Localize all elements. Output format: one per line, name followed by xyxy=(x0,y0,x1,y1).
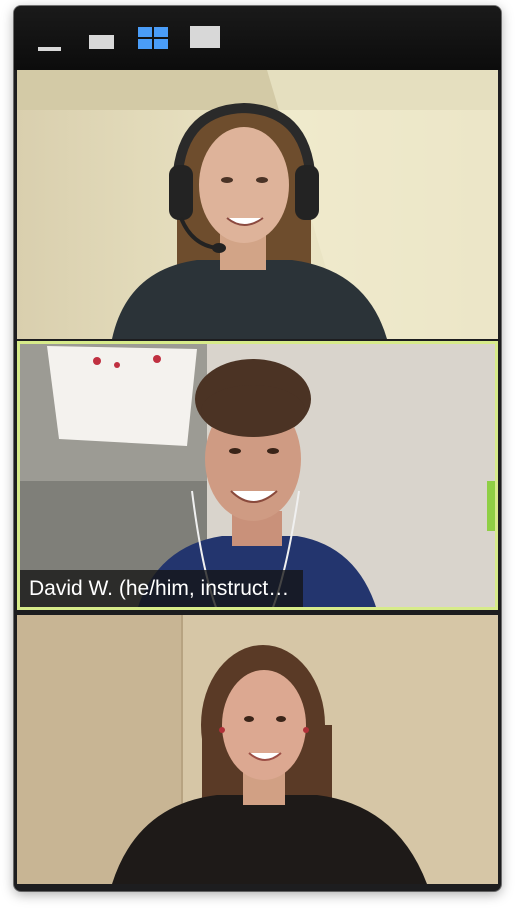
participant-video-tile[interactable] xyxy=(17,70,498,339)
participant-video-feed xyxy=(17,615,498,884)
strip-view-icon[interactable] xyxy=(86,30,116,54)
gallery-view-icon[interactable] xyxy=(136,26,170,52)
view-toolbar xyxy=(14,6,501,70)
participant-video-tile[interactable] xyxy=(17,615,498,884)
zoom-video-window: David W. (he/him, instruct… xyxy=(14,6,501,891)
minimize-view-icon[interactable] xyxy=(34,30,64,54)
participant-name-label: David W. (he/him, instruct… xyxy=(20,570,304,607)
participant-video-feed xyxy=(17,70,498,339)
speaker-view-icon[interactable] xyxy=(188,24,222,52)
active-speaker-video-tile[interactable]: David W. (he/him, instruct… xyxy=(17,341,498,610)
